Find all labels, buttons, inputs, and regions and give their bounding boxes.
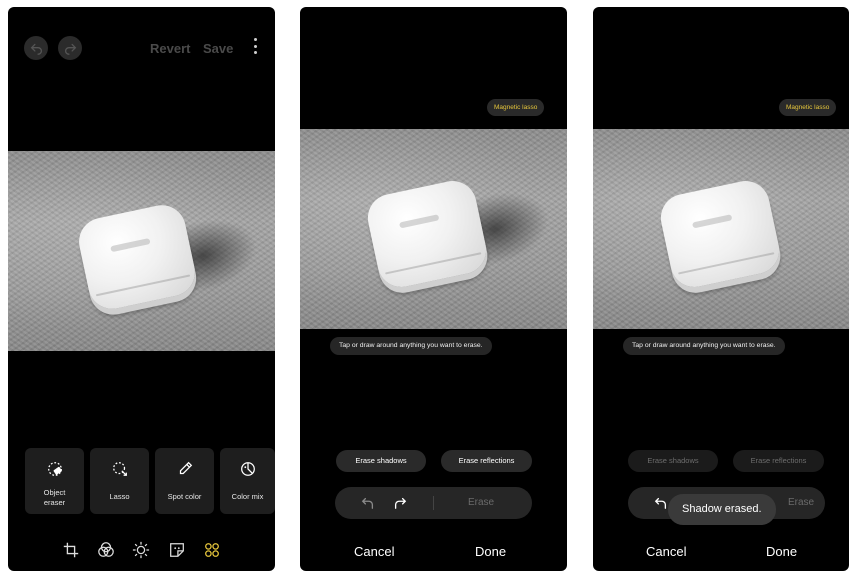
save-button[interactable]: Save bbox=[203, 41, 233, 56]
brand-logo bbox=[399, 214, 440, 229]
spot-color-tool[interactable]: Spot color bbox=[155, 448, 214, 514]
photo-canvas[interactable] bbox=[8, 151, 275, 351]
case-seam bbox=[385, 252, 482, 275]
redo-button[interactable] bbox=[58, 36, 82, 60]
more-tools-icon[interactable] bbox=[203, 541, 221, 559]
erase-button[interactable]: Erase bbox=[468, 487, 494, 519]
done-button[interactable]: Done bbox=[766, 544, 797, 559]
sticker-icon[interactable] bbox=[168, 541, 186, 559]
cancel-button[interactable]: Cancel bbox=[646, 544, 686, 559]
color-mix-icon bbox=[240, 462, 255, 476]
tool-label: Spot color bbox=[167, 492, 202, 501]
undo-icon[interactable] bbox=[361, 496, 375, 510]
erase-hint: Tap or draw around anything you want to … bbox=[623, 337, 785, 355]
revert-button[interactable]: Revert bbox=[150, 41, 190, 56]
transform-icon[interactable] bbox=[62, 541, 80, 559]
object-eraser-tool[interactable]: Object eraser bbox=[25, 448, 84, 514]
brand-logo bbox=[110, 238, 151, 253]
tool-label-line1: Object bbox=[43, 488, 66, 497]
lasso-tool[interactable]: Lasso bbox=[90, 448, 149, 514]
tool-label: Lasso bbox=[109, 492, 130, 501]
erase-shadows-button[interactable]: Erase shadows bbox=[336, 450, 426, 472]
object-eraser-result-screen: Magnetic lasso Tap or draw around anythi… bbox=[593, 7, 849, 571]
done-button[interactable]: Done bbox=[475, 544, 506, 559]
tool-label-line2: eraser bbox=[43, 498, 66, 507]
undo-button[interactable] bbox=[24, 36, 48, 60]
magnetic-lasso-badge[interactable]: Magnetic lasso bbox=[487, 99, 545, 116]
redo-icon[interactable] bbox=[393, 496, 407, 510]
object-eraser-icon bbox=[47, 462, 62, 476]
erase-hint: Tap or draw around anything you want to … bbox=[330, 337, 492, 355]
color-mix-tool[interactable]: Color mix bbox=[220, 448, 275, 514]
erase-button[interactable]: Erase bbox=[788, 487, 814, 519]
shadow-erased-toast: Shadow erased. bbox=[668, 494, 776, 525]
redo-icon bbox=[64, 43, 76, 55]
erase-control-bar: Erase bbox=[335, 487, 532, 519]
earbuds-case bbox=[363, 176, 491, 292]
brand-logo bbox=[692, 214, 733, 229]
photo-canvas[interactable] bbox=[593, 129, 849, 329]
photo-canvas[interactable] bbox=[300, 129, 567, 329]
erase-shadows-button[interactable]: Erase shadows bbox=[628, 450, 718, 472]
cancel-button[interactable]: Cancel bbox=[354, 544, 394, 559]
erase-reflections-button[interactable]: Erase reflections bbox=[733, 450, 824, 472]
tool-label: Color mix bbox=[231, 492, 264, 501]
case-seam bbox=[95, 274, 191, 297]
object-eraser-screen: Magnetic lasso Tap or draw around anythi… bbox=[300, 7, 567, 571]
case-seam bbox=[678, 252, 775, 275]
earbuds-case bbox=[656, 176, 784, 292]
filters-icon[interactable] bbox=[97, 541, 115, 559]
erase-reflections-button[interactable]: Erase reflections bbox=[441, 450, 532, 472]
brightness-icon[interactable] bbox=[132, 541, 150, 559]
lasso-icon bbox=[112, 462, 127, 476]
eyedropper-icon bbox=[179, 461, 192, 475]
undo-icon bbox=[30, 43, 42, 55]
earbuds-case bbox=[74, 200, 200, 314]
magnetic-lasso-badge[interactable]: Magnetic lasso bbox=[779, 99, 837, 116]
editor-screen-tools: Revert Save Object eraser Lasso Spot col… bbox=[8, 7, 275, 571]
undo-icon[interactable] bbox=[654, 496, 668, 510]
bottom-nav bbox=[8, 541, 275, 561]
divider bbox=[433, 496, 434, 510]
more-options-icon[interactable] bbox=[253, 38, 257, 54]
